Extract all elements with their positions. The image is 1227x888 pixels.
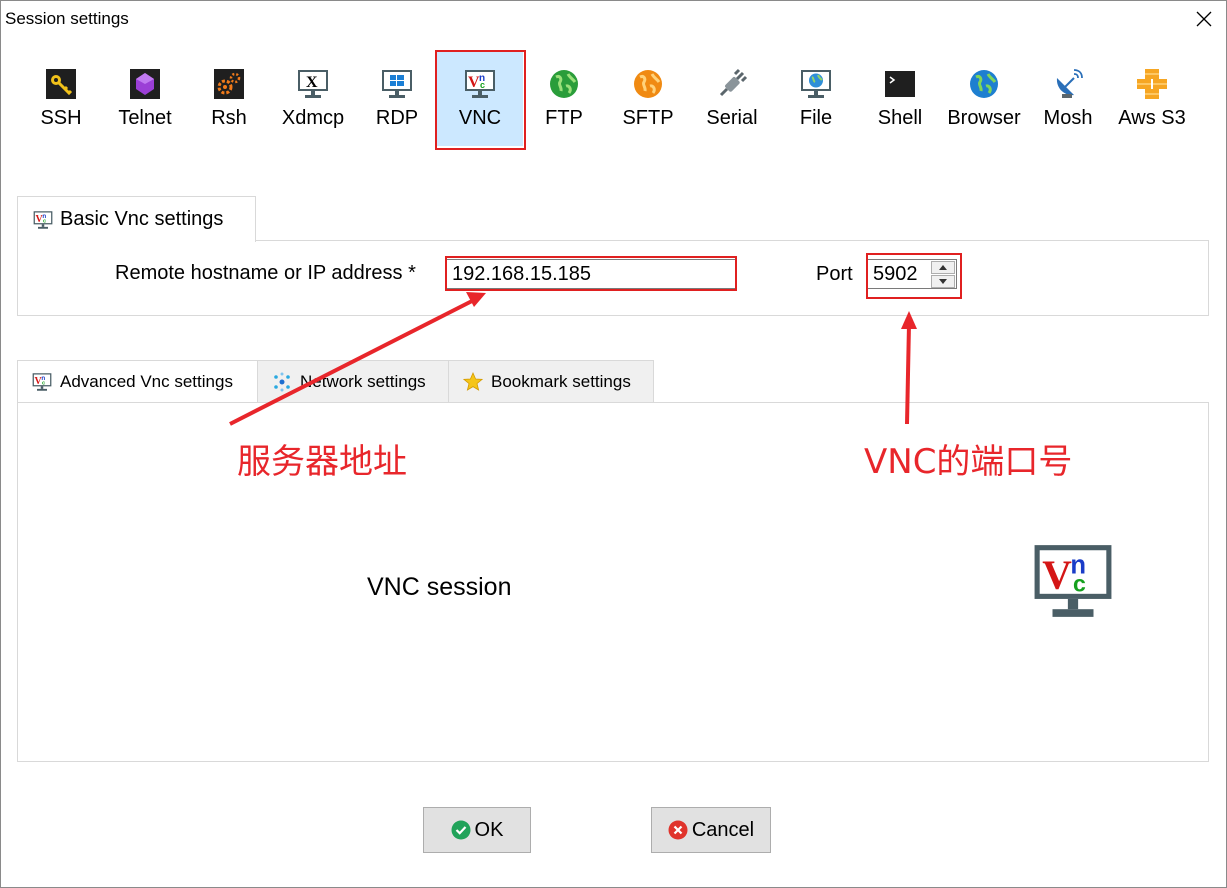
session-type-label: Xdmcp <box>281 107 345 129</box>
port-decrement-button[interactable] <box>931 275 955 288</box>
port-increment-button[interactable] <box>931 261 955 274</box>
session-type-mosh[interactable]: Mosh <box>1025 50 1111 146</box>
session-type-file[interactable]: File <box>773 50 859 146</box>
arrow-down-icon <box>939 279 947 284</box>
tab-bookmark-settings[interactable]: Bookmark settings <box>448 360 654 402</box>
session-type-rdp[interactable]: RDP <box>354 50 440 146</box>
hostname-annotation: 服务器地址 <box>237 442 407 482</box>
session-type-aws-s3[interactable]: Aws S3 <box>1109 50 1195 146</box>
key-icon <box>46 69 76 99</box>
network-icon <box>274 372 290 391</box>
session-type-sftp[interactable]: SFTP <box>605 50 691 146</box>
x-monitor-icon: X <box>297 68 329 100</box>
session-type-label: Serial <box>706 107 758 129</box>
window-title: Session settings <box>5 9 129 28</box>
tab-label: Basic Vnc settings <box>60 208 224 230</box>
session-type-browser[interactable]: Browser <box>941 50 1027 146</box>
session-type-ssh[interactable]: SSH <box>18 50 104 146</box>
session-type-xdmcp[interactable]: X Xdmcp <box>270 50 356 146</box>
tab-basic-vnc-settings[interactable]: Basic Vnc settings <box>17 196 256 242</box>
session-type-label: SSH <box>40 107 82 129</box>
windows-monitor-icon <box>381 68 413 100</box>
globe-monitor-icon <box>800 68 832 100</box>
session-type-label: VNC <box>458 107 502 129</box>
session-type-label: Mosh <box>1043 107 1093 129</box>
arrow-up-icon <box>939 265 947 270</box>
close-button[interactable] <box>1187 4 1221 34</box>
session-type-label: RDP <box>375 107 419 129</box>
svg-text:X: X <box>306 74 318 91</box>
close-icon <box>1196 11 1212 27</box>
session-type-label: Browser <box>947 107 1021 129</box>
check-circle-icon <box>451 820 471 840</box>
session-type-label: File <box>799 107 833 129</box>
vnc-logo-icon: V n c <box>1034 545 1112 617</box>
session-type-label: SFTP <box>622 107 674 129</box>
tab-network-settings[interactable]: Network settings <box>257 360 449 402</box>
vnc-monitor-icon <box>33 210 53 230</box>
satellite-dish-icon <box>1056 69 1083 98</box>
svg-text:V: V <box>1042 552 1072 598</box>
tab-advanced-vnc-settings[interactable]: Advanced Vnc settings <box>17 360 258 402</box>
session-type-rsh[interactable]: Rsh <box>186 50 272 146</box>
session-type-ftp[interactable]: FTP <box>521 50 607 146</box>
blue-globe-icon <box>970 70 998 98</box>
session-type-label: Aws S3 <box>1118 107 1186 129</box>
gears-icon <box>214 69 244 99</box>
ok-button[interactable]: OK <box>423 807 531 853</box>
port-label: Port <box>816 263 853 285</box>
port-annotation: VNC的端口号 <box>864 442 1073 482</box>
orange-globe-icon <box>634 70 662 98</box>
session-type-telnet[interactable]: Telnet <box>102 50 188 146</box>
gem-icon <box>130 69 160 99</box>
cubes-icon <box>1137 69 1167 99</box>
green-globe-icon <box>550 70 578 98</box>
session-type-label: Rsh <box>211 107 247 129</box>
vnc-monitor-icon <box>32 372 52 392</box>
session-type-label: Telnet <box>118 107 172 129</box>
svg-text:c: c <box>1073 570 1086 596</box>
cancel-circle-icon <box>668 820 688 840</box>
ok-label: OK <box>474 818 504 841</box>
session-type-label: Shell <box>877 107 923 129</box>
tab-label: Bookmark settings <box>491 371 631 391</box>
tab-label: Advanced Vnc settings <box>60 371 233 391</box>
session-type-shell[interactable]: Shell <box>857 50 943 146</box>
title-bar: Session settings <box>0 0 1227 36</box>
session-type-bar: SSH Telnet Rsh X Xdmcp RDP VNC FTP SFTP … <box>18 50 1208 150</box>
star-icon <box>463 371 483 391</box>
cancel-button[interactable]: Cancel <box>651 807 771 853</box>
vnc-session-text: VNC session <box>367 573 512 601</box>
plug-icon <box>719 68 748 97</box>
tab-label: Network settings <box>300 371 426 391</box>
cancel-label: Cancel <box>691 818 755 841</box>
session-type-label: FTP <box>545 107 583 129</box>
terminal-icon <box>885 71 915 97</box>
vnc-monitor-icon <box>464 68 496 100</box>
hostname-label: Remote hostname or IP address * <box>115 262 416 284</box>
session-type-vnc[interactable]: VNC <box>437 50 523 146</box>
hostname-input[interactable] <box>446 259 736 289</box>
session-type-serial[interactable]: Serial <box>689 50 775 146</box>
